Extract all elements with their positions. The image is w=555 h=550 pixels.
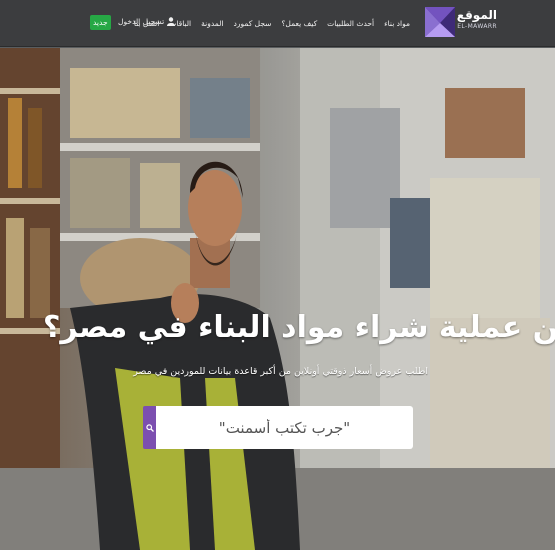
hero-overlay: [0, 48, 555, 550]
login-label: تسجيل الدخول: [118, 17, 165, 26]
logo-icon[interactable]: [421, 3, 459, 41]
login-link[interactable]: تسجيل الدخول: [118, 17, 176, 26]
hero-section: تعبت من عملية شراء مواد البناء في مصر؟ ا…: [0, 48, 555, 550]
new-badge-button[interactable]: جديد: [90, 15, 111, 30]
search-icon: [145, 423, 154, 432]
top-navbar: الموقع EL-MAWARR مواد بناء أحدث الطلبيات…: [0, 0, 555, 47]
logo-text[interactable]: الموقع EL-MAWARR: [457, 8, 497, 31]
nav-item-materials[interactable]: مواد بناء: [384, 19, 410, 28]
user-icon: [167, 17, 176, 26]
nav-item-how-it-works[interactable]: كيف يعمل؟: [281, 19, 317, 28]
nav-item-latest-orders[interactable]: أحدث الطلبيات: [327, 19, 374, 28]
nav-item-blog[interactable]: المدونة: [201, 19, 223, 28]
hero-search-bar: [143, 406, 413, 449]
hero-subline: اطلب عروض أسعار ذوقتي أونلاين من أكبر قا…: [133, 366, 428, 377]
search-button[interactable]: [143, 406, 156, 449]
hero-headline: تعبت من عملية شراء مواد البناء في مصر؟: [43, 310, 555, 345]
logo-main-text: الموقع: [456, 8, 497, 22]
search-input[interactable]: [156, 406, 413, 449]
nav-item-register-supplier[interactable]: سجل كمورد: [234, 19, 272, 28]
logo-sub-text: EL-MAWARR: [457, 23, 497, 30]
